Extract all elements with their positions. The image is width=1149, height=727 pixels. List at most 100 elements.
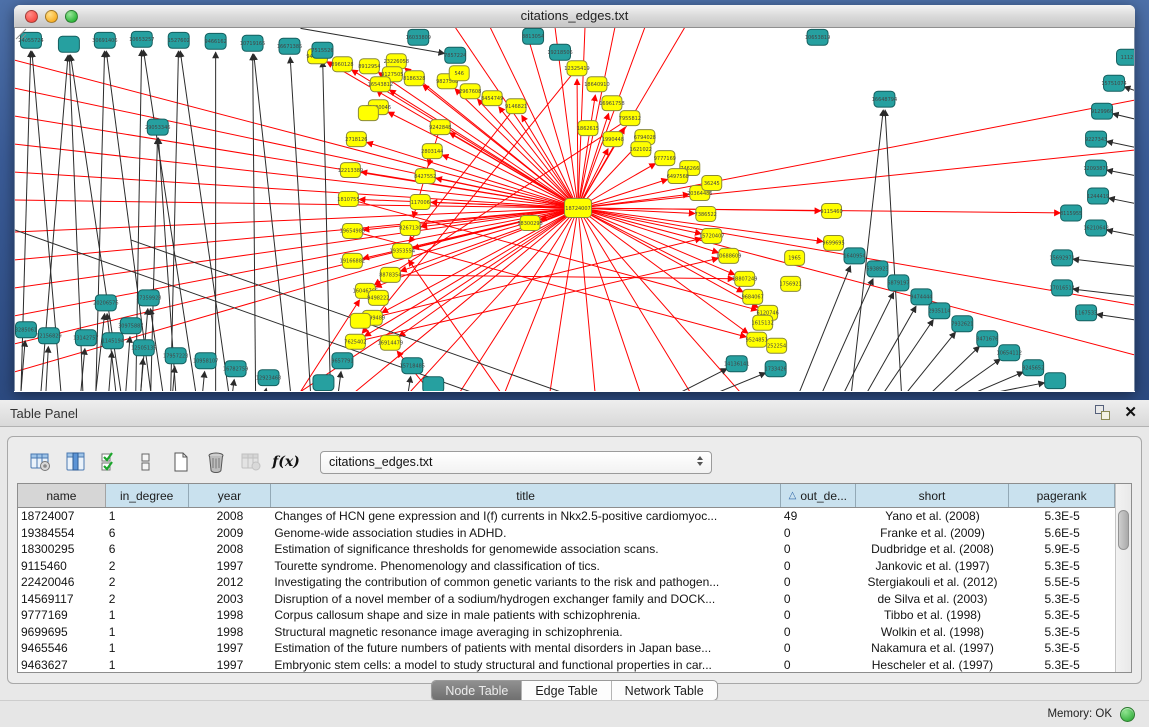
table-cell: 1998 — [189, 607, 272, 624]
table-cell: 1 — [106, 657, 189, 674]
table-cell: Corpus callosum shape and size in male p… — [271, 607, 781, 624]
table-cell: 14569117 — [18, 591, 106, 608]
table-selector-dropdown[interactable]: citations_edges.txt — [320, 451, 712, 474]
table-cell: Embryonic stem cells: a model to study s… — [271, 657, 781, 674]
column-header-out_de[interactable]: △out_de... — [781, 484, 856, 507]
select-all-columns-button[interactable] — [98, 449, 124, 475]
memory-status-label: Memory: OK — [1047, 708, 1112, 720]
minimize-window-icon[interactable] — [45, 10, 58, 23]
fx-icon: f(x) — [272, 454, 300, 470]
column-header-short[interactable]: short — [856, 484, 1010, 507]
delete-table-button[interactable] — [203, 449, 229, 475]
table-cell: 2003 — [189, 591, 272, 608]
table-row[interactable]: 1872400712008Changes of HCN gene express… — [18, 508, 1115, 525]
table-cell: 0 — [781, 541, 856, 558]
node-table: namein_degreeyeartitle△out_de...shortpag… — [17, 483, 1132, 673]
zoom-window-icon[interactable] — [65, 10, 78, 23]
table-row[interactable]: 1938455462009Genome-wide association stu… — [18, 525, 1115, 542]
table-cell: Hescheler et al. (1997) — [856, 657, 1010, 674]
table-cell: 1997 — [189, 558, 272, 575]
table-cell: Franke et al. (2009) — [856, 525, 1010, 542]
column-visibility-button[interactable] — [63, 449, 89, 475]
table-toolbar: f(x) citations_edges.txt — [8, 446, 1141, 478]
import-table-button — [238, 449, 264, 475]
table-row[interactable]: 911546021997Tourette syndrome. Phenomeno… — [18, 558, 1115, 575]
table-cell: 0 — [781, 525, 856, 542]
table-browser: f(x) citations_edges.txt namein_degreeye… — [7, 436, 1142, 684]
table-row[interactable]: 977716911998Corpus callosum shape and si… — [18, 607, 1115, 624]
table-cell: Structural magnetic resonance image aver… — [271, 624, 781, 641]
column-header-in_degree[interactable]: in_degree — [106, 484, 189, 507]
table-vertical-scrollbar[interactable] — [1115, 484, 1131, 672]
table-settings-button[interactable] — [28, 449, 54, 475]
column-header-name[interactable]: name — [18, 484, 106, 507]
table-cell: 5.3E-5 — [1009, 640, 1115, 657]
table-cell: Yano et al. (2008) — [856, 508, 1010, 525]
table-cell: 9465546 — [18, 640, 106, 657]
table-cell: Estimation of significance thresholds fo… — [271, 541, 781, 558]
table-row[interactable]: 1456911722003Disruption of a novel membe… — [18, 591, 1115, 608]
table-cell: 2 — [106, 574, 189, 591]
table-cell: 5.3E-5 — [1009, 624, 1115, 641]
float-panel-icon[interactable] — [1095, 405, 1110, 420]
memory-status-indicator[interactable] — [1120, 707, 1135, 722]
network-desktop: citations_edges.txt 18724007946582289601… — [0, 0, 1149, 400]
close-panel-icon[interactable]: ✕ — [1124, 405, 1137, 420]
table-cell: Tourette syndrome. Phenomenology and cla… — [271, 558, 781, 575]
table-cell: 5.3E-5 — [1009, 657, 1115, 674]
row-height-button[interactable] — [133, 449, 159, 475]
table-row[interactable]: 946362711997Embryonic stem cells: a mode… — [18, 657, 1115, 674]
tab-network-table[interactable]: Network Table — [611, 681, 717, 700]
table-cell: Changes of HCN gene expression and I(f) … — [271, 508, 781, 525]
table-cell: 1 — [106, 508, 189, 525]
tab-edge-table[interactable]: Edge Table — [521, 681, 610, 700]
column-header-pagerank[interactable]: pagerank — [1009, 484, 1115, 507]
status-bar: Memory: OK — [0, 700, 1149, 727]
table-row[interactable]: 969969511998Structural magnetic resonanc… — [18, 624, 1115, 641]
table-cell: 0 — [781, 607, 856, 624]
table-cell: 2008 — [189, 541, 272, 558]
resize-grip-icon[interactable] — [14, 28, 1132, 389]
table-panel: Table Panel ✕ — [0, 400, 1149, 727]
table-cell: 49 — [781, 508, 856, 525]
network-window-titlebar[interactable]: citations_edges.txt — [14, 5, 1135, 28]
table-cell: 1997 — [189, 640, 272, 657]
table-cell: 18300295 — [18, 541, 106, 558]
dropdown-stepper-icon — [697, 456, 703, 466]
table-row[interactable]: 1830029562008Estimation of significance … — [18, 541, 1115, 558]
table-cell: 1 — [106, 640, 189, 657]
table-cell: 19384554 — [18, 525, 106, 542]
tab-node-table[interactable]: Node Table — [432, 681, 521, 700]
table-cell: Disruption of a novel member of a sodium… — [271, 591, 781, 608]
network-window: citations_edges.txt 18724007946582289601… — [14, 5, 1135, 392]
table-cell: 9699695 — [18, 624, 106, 641]
table-cell: Stergiakouli et al. (2012) — [856, 574, 1010, 591]
table-cell: 9463627 — [18, 657, 106, 674]
table-cell: 5.3E-5 — [1009, 508, 1115, 525]
table-cell: 5.9E-5 — [1009, 541, 1115, 558]
sort-asc-icon: △ — [789, 490, 797, 501]
table-cell: 0 — [781, 657, 856, 674]
function-builder-button[interactable]: f(x) — [273, 449, 299, 475]
table-cell: 5.3E-5 — [1009, 558, 1115, 575]
table-cell: 2009 — [189, 525, 272, 542]
table-row[interactable]: 2242004622012Investigating the contribut… — [18, 574, 1115, 591]
network-canvas[interactable]: 1872400794658228960128891295423226058912… — [14, 28, 1135, 391]
column-header-title[interactable]: title — [271, 484, 781, 507]
new-table-button[interactable] — [168, 449, 194, 475]
table-row[interactable]: 946554611997Estimation of the future num… — [18, 640, 1115, 657]
table-cell: 2008 — [189, 508, 272, 525]
table-cell: 9777169 — [18, 607, 106, 624]
table-cell: 5.3E-5 — [1009, 591, 1115, 608]
column-header-year[interactable]: year — [189, 484, 272, 507]
table-panel-title: Table Panel — [0, 406, 78, 421]
table-cell: 1 — [106, 624, 189, 641]
close-window-icon[interactable] — [25, 10, 38, 23]
table-cell: 6 — [106, 541, 189, 558]
table-cell: 22420046 — [18, 574, 106, 591]
table-selector-value: citations_edges.txt — [329, 455, 433, 469]
scrollbar-thumb[interactable] — [1118, 510, 1129, 550]
table-cell: Nakamura et al. (1997) — [856, 640, 1010, 657]
table-type-tabs: Node TableEdge TableNetwork Table — [431, 680, 717, 701]
table-cell: 5.6E-5 — [1009, 525, 1115, 542]
